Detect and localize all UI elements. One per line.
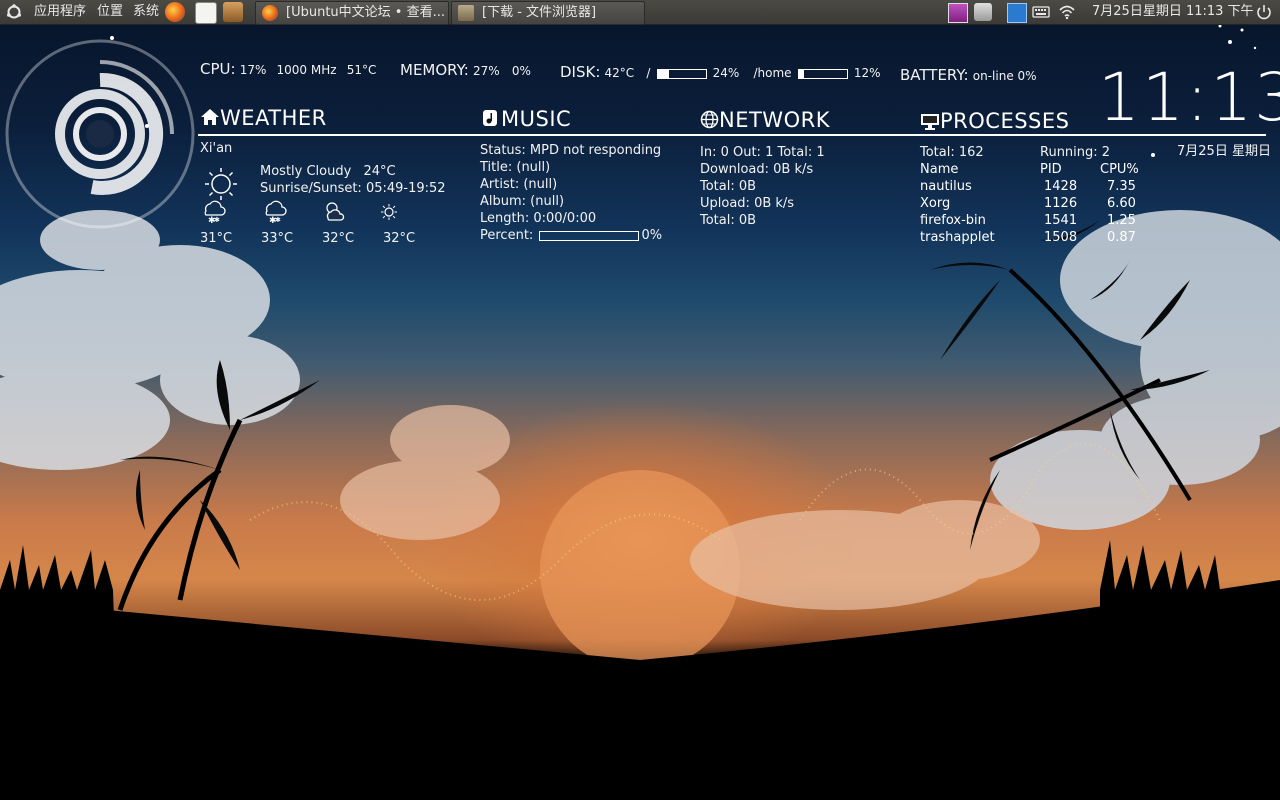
weather-condition-line: Mostly Cloudy 24°C [260,163,396,180]
process-cpu: 6.60 [1107,196,1136,211]
weather-heading: WEATHER [200,106,327,130]
network-heading: NETWORK [700,108,830,132]
music-title: Title: (null) [480,160,551,175]
processes-heading: PROCESSES [920,109,1069,133]
network-download-total: Total: 0B [700,179,757,194]
disk-home-label: /home [753,66,792,80]
sun-icon [205,168,237,200]
disk-root-bar-fill [657,69,670,78]
memory-stats: MEMORY: 27% 0% [400,62,531,80]
forecast-temp: 32°C [383,231,416,246]
weather-heading-text: WEATHER [220,106,327,130]
network-summary: In: 0 Out: 1 Total: 1 [700,145,825,160]
cpu-frequency: 1000 MHz [276,63,337,77]
sunrise-sunset: Sunrise/Sunset: 05:49-19:52 [260,181,446,196]
music-icon [483,110,497,126]
snow-cloud-icon: ✱✱ [265,200,287,224]
battery-status: on-line 0% [972,69,1037,83]
music-heading: MUSIC [482,107,571,131]
disk-root-label: / [646,66,651,80]
music-progress-bar [539,230,640,241]
weather-city: Xi'an [200,141,233,156]
memory-label: MEMORY: [400,61,469,79]
disk-home-bar-fill [798,69,805,78]
conky-overlay: CPU: 17% 1000 MHz 51°C MEMORY: 27% 0% DI… [0,0,1280,800]
forecast-temp: 31°C [200,231,233,246]
music-artist: Artist: (null) [480,177,558,192]
cpu-temperature: 51°C [346,63,377,77]
conky-clock: 11:13 [1098,59,1280,136]
process-name: Xorg [920,196,951,211]
process-name: trashapplet [920,230,995,245]
column-header-pid: PID [1040,162,1062,177]
home-icon [201,109,219,125]
svg-text:✱: ✱ [214,216,220,224]
process-cpu: 0.87 [1107,230,1136,245]
column-header-name: Name [920,162,959,177]
process-pid: 1126 [1044,196,1078,211]
conky-date: 7月25日 星期日 [1177,144,1271,159]
battery-label: BATTERY: [900,66,969,84]
column-header-cpu: CPU% [1100,162,1139,177]
weather-temperature: 24°C [363,164,396,179]
music-progress: Percent: 0% [480,227,662,244]
process-cpu: 1.25 [1107,213,1136,228]
processes-heading-text: PROCESSES [940,109,1070,133]
music-percent-label: Percent: [480,228,534,243]
section-divider [198,134,1266,136]
music-status: Status: MPD not responding [480,143,662,158]
cpu-stats: CPU: 17% 1000 MHz 51°C [200,61,376,79]
process-name: nautilus [920,179,972,194]
forecast-temp: 33°C [261,231,294,246]
network-upload: Upload: 0B k/s [700,196,795,211]
network-heading-text: NETWORK [719,108,830,132]
globe-icon [700,110,719,129]
process-cpu: 7.35 [1107,179,1136,194]
sun-icon [381,204,397,220]
weather-condition: Mostly Cloudy [260,164,352,179]
process-pid: 1541 [1044,213,1078,228]
cpu-label: CPU: [200,60,236,78]
disk-home-percent: 12% [853,66,881,80]
disk-label: DISK: [560,63,601,81]
monitor-icon [921,114,939,130]
music-heading-text: MUSIC [501,107,572,131]
process-total: Total: 162 [920,145,984,160]
process-name: firefox-bin [920,213,986,228]
battery-stats: BATTERY: on-line 0% [900,67,1037,85]
disk-root-percent: 24% [712,66,740,80]
disk-home-bar [797,68,848,79]
forecast-temp: 32°C [322,231,355,246]
memory-percent: 27% [473,64,500,78]
disk-root-bar [656,68,707,79]
network-upload-total: Total: 0B [700,213,757,228]
process-pid: 1428 [1044,179,1078,194]
disk-temperature: 42°C [604,66,635,80]
svg-text:✱: ✱ [275,216,281,224]
music-length: Length: 0:00/0:00 [480,211,597,226]
process-pid: 1508 [1044,230,1078,245]
partly-cloudy-icon [326,202,345,221]
music-percent: 0% [641,228,663,243]
snow-cloud-icon: ✱✱ [204,200,226,224]
swap-percent: 0% [511,64,531,78]
disk-stats: DISK: 42°C / 24% /home 12% [560,64,880,82]
network-download: Download: 0B k/s [700,162,814,177]
music-album: Album: (null) [480,194,565,209]
cpu-percent: 17% [239,63,267,77]
process-running: Running: 2 [1040,145,1111,160]
